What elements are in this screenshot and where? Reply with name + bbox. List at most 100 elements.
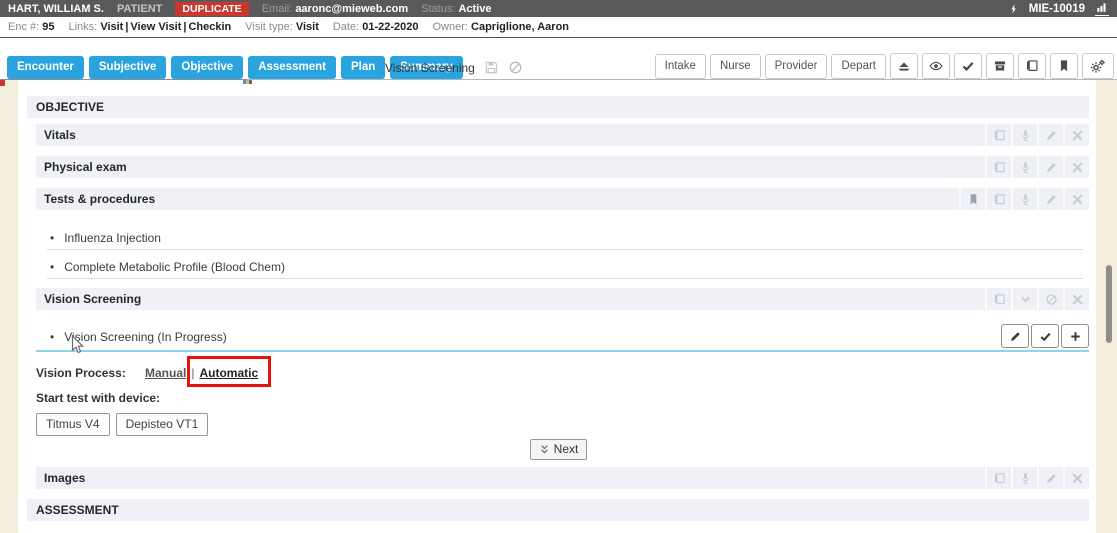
close-icon[interactable] bbox=[1063, 124, 1089, 146]
settings-gears-button[interactable] bbox=[1082, 53, 1114, 79]
bar-chart-icon[interactable] bbox=[1095, 1, 1109, 16]
book-icon[interactable] bbox=[985, 288, 1011, 310]
bookmark-button[interactable] bbox=[1050, 53, 1078, 79]
microphone-icon[interactable] bbox=[1011, 156, 1037, 178]
cancel-circle-icon[interactable] bbox=[1037, 288, 1063, 310]
link-view-visit[interactable]: View Visit bbox=[130, 21, 181, 33]
clipped-content-line bbox=[0, 79, 247, 80]
section-bar-vitals[interactable]: Vitals bbox=[36, 124, 1089, 146]
patient-name: HART, WILLIAM S. bbox=[8, 3, 104, 15]
microphone-icon[interactable] bbox=[1011, 188, 1037, 210]
section-title: Images bbox=[44, 471, 85, 485]
pencil-icon[interactable] bbox=[1037, 156, 1063, 178]
tab-subjective[interactable]: Subjective bbox=[89, 56, 167, 79]
patient-role-label: PATIENT bbox=[117, 3, 162, 15]
link-checkin[interactable]: Checkin bbox=[188, 21, 231, 33]
encounter-date: Date: 01-22-2020 bbox=[333, 21, 419, 33]
encounter-owner: Owner: Capriglione, Aaron bbox=[433, 21, 570, 33]
list-item-label: Complete Metabolic Profile (Blood Chem) bbox=[64, 260, 285, 274]
patient-id: MIE-10019 bbox=[1029, 3, 1085, 15]
section-title: Physical exam bbox=[44, 160, 127, 174]
nurse-button[interactable]: Nurse bbox=[710, 54, 761, 79]
section-bar-vision-screening[interactable]: Vision Screening bbox=[36, 288, 1089, 310]
next-button[interactable]: Next bbox=[530, 439, 588, 460]
tab-encounter[interactable]: Encounter bbox=[7, 56, 84, 79]
current-section-label: Vision Screening bbox=[385, 60, 523, 75]
duplicate-badge[interactable]: DUPLICATE bbox=[175, 2, 248, 16]
section-title: OBJECTIVE bbox=[36, 100, 104, 114]
section-title: ASSESSMENT bbox=[36, 503, 119, 517]
patient-header-bar: HART, WILLIAM S. PATIENT DUPLICATE Email… bbox=[0, 0, 1117, 17]
encounter-info-bar: Enc #: 95 Links: Visit|View Visit|Checki… bbox=[0, 17, 1117, 38]
tab-assessment[interactable]: Assessment bbox=[248, 56, 336, 79]
pencil-icon[interactable] bbox=[1037, 124, 1063, 146]
patient-email: Email: aaronc@mieweb.com bbox=[262, 3, 408, 15]
section-actions bbox=[985, 467, 1089, 489]
test-item-cmp[interactable]: • Complete Metabolic Profile (Blood Chem… bbox=[47, 256, 1083, 279]
current-section-text: Vision Screening bbox=[385, 61, 475, 75]
bookmark-icon[interactable] bbox=[959, 188, 985, 210]
book-button[interactable] bbox=[1018, 53, 1046, 79]
eject-button[interactable] bbox=[890, 53, 918, 79]
section-actions bbox=[959, 188, 1089, 210]
left-margin-strip bbox=[0, 80, 18, 533]
provider-button[interactable]: Provider bbox=[765, 54, 828, 79]
section-title: Vitals bbox=[44, 128, 76, 142]
book-icon[interactable] bbox=[985, 124, 1011, 146]
mouse-cursor bbox=[71, 335, 85, 355]
encounter-number: Enc #: 95 bbox=[8, 21, 55, 33]
lightning-icon[interactable] bbox=[1009, 3, 1019, 15]
section-bar-images[interactable]: Images bbox=[36, 467, 1089, 489]
chevron-down-icon[interactable] bbox=[1011, 288, 1037, 310]
encounter-links: Links: Visit|View Visit|Checkin bbox=[69, 21, 232, 33]
add-plus-button[interactable] bbox=[1061, 324, 1089, 348]
section-actions bbox=[985, 156, 1089, 178]
save-disk-icon[interactable] bbox=[484, 60, 499, 75]
section-header-assessment[interactable]: ASSESSMENT bbox=[27, 499, 1089, 521]
link-visit[interactable]: Visit bbox=[100, 21, 123, 33]
section-bar-tests-procedures[interactable]: Tests & procedures bbox=[36, 188, 1089, 210]
section-bar-physical-exam[interactable]: Physical exam bbox=[36, 156, 1089, 178]
section-actions bbox=[985, 124, 1089, 146]
cancel-circle-icon[interactable] bbox=[508, 60, 523, 75]
book-icon[interactable] bbox=[985, 188, 1011, 210]
device-buttons: Titmus V4 Depisteo VT1 bbox=[36, 413, 208, 436]
archive-button[interactable] bbox=[986, 53, 1014, 79]
test-item-influenza[interactable]: • Influenza Injection bbox=[47, 227, 1083, 250]
vertical-scrollbar-thumb[interactable] bbox=[1106, 265, 1112, 343]
webchart-encounter-screen: HART, WILLIAM S. PATIENT DUPLICATE Email… bbox=[0, 0, 1117, 533]
microphone-icon[interactable] bbox=[1011, 467, 1037, 489]
edit-pencil-button[interactable] bbox=[1001, 324, 1029, 348]
tab-objective[interactable]: Objective bbox=[171, 56, 243, 79]
encounter-toolbar: Encounter Subjective Objective Assessmen… bbox=[0, 38, 1117, 80]
complete-check-button[interactable] bbox=[1031, 324, 1059, 348]
book-icon[interactable] bbox=[985, 467, 1011, 489]
book-icon[interactable] bbox=[985, 156, 1011, 178]
vision-process-label: Vision Process: bbox=[36, 366, 145, 380]
start-test-label: Start test with device: bbox=[36, 391, 160, 405]
microphone-icon[interactable] bbox=[1011, 124, 1037, 146]
close-icon[interactable] bbox=[1063, 467, 1089, 489]
section-actions bbox=[985, 288, 1089, 310]
section-header-objective[interactable]: OBJECTIVE bbox=[27, 96, 1089, 118]
vision-process-row: Vision Process: Manual | Automatic bbox=[36, 361, 258, 385]
manual-link[interactable]: Manual bbox=[145, 366, 186, 380]
intake-button[interactable]: Intake bbox=[655, 54, 706, 79]
titmus-v4-button[interactable]: Titmus V4 bbox=[36, 413, 110, 436]
left-edge-red-fragment bbox=[0, 80, 5, 86]
pencil-icon[interactable] bbox=[1037, 467, 1063, 489]
tab-plan[interactable]: Plan bbox=[341, 56, 385, 79]
automatic-link[interactable]: Automatic bbox=[199, 366, 258, 380]
clipped-content-artifact bbox=[243, 80, 252, 84]
vision-item-label[interactable]: Vision Screening (In Progress) bbox=[64, 330, 227, 344]
close-icon[interactable] bbox=[1063, 288, 1089, 310]
pencil-icon[interactable] bbox=[1037, 188, 1063, 210]
close-icon[interactable] bbox=[1063, 156, 1089, 178]
check-button[interactable] bbox=[954, 53, 982, 79]
visit-type: Visit type: Visit bbox=[245, 21, 319, 33]
vision-screening-item-row[interactable]: • Vision Screening (In Progress) bbox=[36, 324, 1089, 352]
depisteo-vt1-button[interactable]: Depisteo VT1 bbox=[116, 413, 209, 436]
depart-button[interactable]: Depart bbox=[831, 54, 886, 79]
eye-button[interactable] bbox=[922, 53, 950, 79]
close-icon[interactable] bbox=[1063, 188, 1089, 210]
